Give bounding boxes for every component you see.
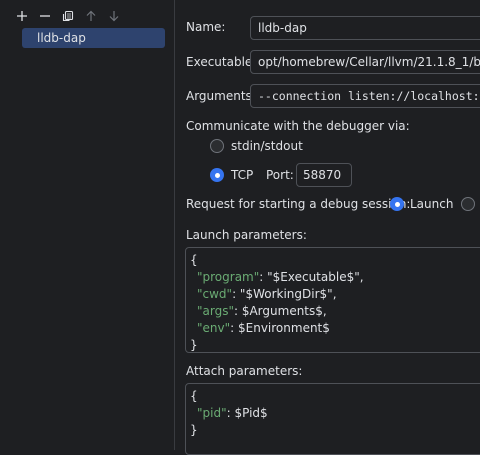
minus-icon[interactable] xyxy=(33,6,56,26)
json-line: "env": $Environment$ xyxy=(190,320,479,337)
json-close-brace: } xyxy=(190,423,198,437)
plus-icon[interactable] xyxy=(10,6,33,26)
executable-field[interactable]: opt/homebrew/Cellar/llvm/21.1.8_1/bin/ll… xyxy=(250,50,480,74)
stdin-label: stdin/stdout xyxy=(231,139,303,153)
arguments-label: Arguments: xyxy=(186,89,256,103)
port-label: Port: xyxy=(266,168,294,182)
config-list-item[interactable]: lldb-dap xyxy=(22,28,165,48)
json-key: "cwd" xyxy=(197,287,233,301)
port-field[interactable]: 58870 xyxy=(296,163,352,187)
attach-params-editor[interactable]: { "pid": $Pid$ } xyxy=(185,383,480,455)
json-line: "args": $Arguments$, xyxy=(190,303,479,320)
json-value: : $Pid$ xyxy=(226,406,268,420)
attach-params-label: Attach parameters: xyxy=(186,364,303,378)
tcp-radio[interactable] xyxy=(210,168,224,182)
json-key: "program" xyxy=(197,270,260,284)
copy-icon[interactable] xyxy=(56,6,79,26)
json-line: "pid": $Pid$ xyxy=(190,405,479,422)
json-value: : "$Executable$", xyxy=(259,270,364,284)
json-close-brace: } xyxy=(190,338,198,352)
communicate-label: Communicate with the debugger via: xyxy=(186,119,410,133)
arrow-up-icon[interactable] xyxy=(79,6,102,26)
json-key: "pid" xyxy=(197,406,227,420)
json-line: "program": "$Executable$", xyxy=(190,269,479,286)
json-open-brace: { xyxy=(190,389,198,403)
json-key: "env" xyxy=(197,321,231,335)
json-line: "cwd": "$WorkingDir$", xyxy=(190,286,479,303)
json-value: : $Arguments$, xyxy=(233,304,327,318)
launch-params-label: Launch parameters: xyxy=(186,228,307,242)
json-value: : "$WorkingDir$", xyxy=(232,287,337,301)
json-key: "args" xyxy=(197,304,234,318)
arrow-down-icon[interactable] xyxy=(102,6,125,26)
tcp-label: TCP xyxy=(231,168,254,182)
executable-label: Executable: xyxy=(186,55,257,69)
name-label: Name: xyxy=(186,20,226,34)
configurations-toolbar xyxy=(10,6,125,26)
request-label: Request for starting a debug session: xyxy=(186,197,411,211)
json-open-brace: { xyxy=(190,253,198,267)
arguments-field[interactable]: --connection listen://localhost:$Debugge… xyxy=(250,84,480,108)
launch-label: Launch xyxy=(410,197,454,211)
launch-params-editor[interactable]: { "program": "$Executable$", "cwd": "$Wo… xyxy=(185,247,480,353)
attach-radio[interactable] xyxy=(461,197,475,211)
configurations-panel: lldb-dap xyxy=(0,0,175,450)
stdin-radio[interactable] xyxy=(210,139,224,153)
json-value: : $Environment$ xyxy=(230,321,330,335)
name-field[interactable]: lldb-dap xyxy=(250,16,480,40)
launch-radio[interactable] xyxy=(390,197,404,211)
